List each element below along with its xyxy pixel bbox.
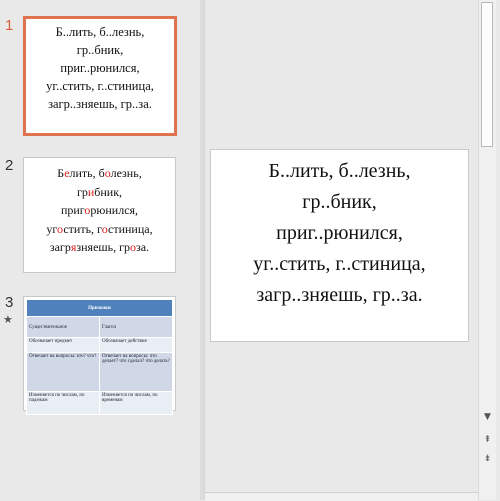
text-segment: стить, г bbox=[63, 221, 102, 236]
previous-slide-icon[interactable]: ⇞ bbox=[481, 433, 494, 447]
scroll-down-arrow-icon[interactable]: ▼ bbox=[481, 410, 494, 424]
vertical-scrollbar[interactable]: ▼ ⇞ ⇟ bbox=[478, 0, 496, 500]
slide-thumbnail-2[interactable]: Белить, болезнь, грибник, пригорюнился, уго… bbox=[23, 157, 176, 273]
table-cell: Существительное bbox=[26, 316, 100, 338]
text-line: загрязняешь, гроза. bbox=[24, 238, 175, 257]
next-slide-icon[interactable]: ⇟ bbox=[481, 452, 494, 466]
text-line: приг..рюнился, bbox=[276, 222, 403, 244]
table-header: Признаки bbox=[26, 299, 173, 317]
table-cell: Изменяется по числам, по падежам bbox=[26, 391, 100, 415]
table-cell: Обозначает действие bbox=[99, 337, 173, 353]
slide-thumbnail-2-text: Белить, болезнь, грибник, пригорюнился, уго… bbox=[24, 164, 175, 257]
slide-number-2: 2 bbox=[5, 157, 14, 174]
slide-thumbnail-1[interactable]: Б..лить, б..лезнь, гр..бник, приг..рюнился… bbox=[23, 16, 177, 136]
text-segment: лить, б bbox=[69, 166, 105, 180]
text-segment: рюнился, bbox=[90, 203, 139, 217]
text-segment: стиница, bbox=[108, 221, 153, 236]
table-cell: Отвечает на вопросы: что делает? что сде… bbox=[99, 352, 173, 392]
thumbnail-table: Признаки Существительное Глагол Обознача… bbox=[26, 299, 173, 415]
text-line: Б..лить, б..лезнь, bbox=[268, 160, 411, 182]
text-line: уг..стить, г..стиница, bbox=[253, 253, 426, 275]
text-line: гр..бник, bbox=[76, 43, 124, 57]
text-line: пригорюнился, bbox=[24, 201, 175, 220]
table-cell: Обозначает предмет bbox=[26, 337, 100, 353]
scrollbar-thumb[interactable] bbox=[481, 2, 493, 147]
text-segment: бник, bbox=[94, 184, 123, 199]
text-line: угостить, гостиница, bbox=[24, 220, 175, 239]
table-cell: Изменяется по числам, по временам bbox=[99, 391, 173, 415]
text-segment: лезнь, bbox=[110, 166, 142, 180]
slide-thumbnail-1-text: Б..лить, б..лезнь, гр..бник, приг..рюнился… bbox=[26, 23, 174, 113]
text-segment: приг bbox=[60, 203, 85, 217]
text-line: приг..рюнился, bbox=[60, 61, 140, 75]
slide-thumbnail-3[interactable]: Признаки Существительное Глагол Обознача… bbox=[23, 296, 176, 415]
text-segment: гр bbox=[76, 184, 88, 199]
slide-number-3: 3 bbox=[5, 294, 14, 311]
pane-separator bbox=[204, 0, 205, 500]
text-segment: зняешь, гр bbox=[76, 240, 131, 254]
slide-canvas[interactable]: Б..лить, б..лезнь, гр..бник, приг..рюнился… bbox=[210, 149, 469, 342]
text-segment: уг bbox=[46, 221, 58, 236]
text-line: грибник, bbox=[24, 183, 175, 202]
text-line: уг..стить, г..стиница, bbox=[46, 79, 154, 93]
text-line: гр..бник, bbox=[302, 191, 377, 213]
text-line: Б..лить, б..лезнь, bbox=[55, 25, 145, 39]
slide-thumbnail-pane[interactable]: 1 Б..лить, б..лезнь, гр..бник, приг..рюнил… bbox=[0, 0, 200, 500]
table-cell: Отвечает на вопросы: кто? что? bbox=[26, 352, 100, 392]
text-segment: загр bbox=[49, 240, 71, 254]
text-segment: за. bbox=[136, 240, 150, 254]
table-cell: Глагол bbox=[99, 316, 173, 338]
slide-text-box[interactable]: Б..лить, б..лезнь, гр..бник, приг..рюнился… bbox=[211, 156, 468, 311]
transition-star-icon: ★ bbox=[3, 313, 13, 326]
text-line: Белить, болезнь, bbox=[24, 164, 175, 183]
text-line: загр..зняешь, гр..за. bbox=[48, 97, 152, 111]
text-line: загр..зняешь, гр..за. bbox=[256, 284, 423, 306]
slide-number-1: 1 bbox=[5, 17, 14, 34]
